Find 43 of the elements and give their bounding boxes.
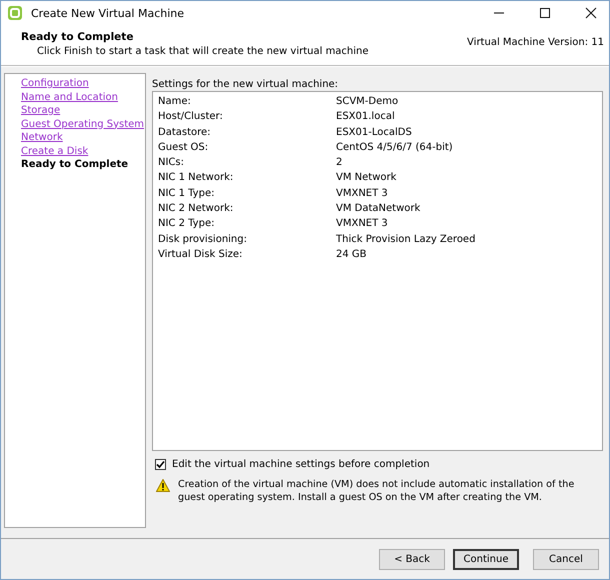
step-link[interactable]: Create a Disk bbox=[21, 144, 145, 158]
dialog-button[interactable]: Continue bbox=[453, 548, 519, 570]
app-logo-icon bbox=[7, 5, 23, 21]
step-link[interactable]: Network bbox=[21, 131, 145, 144]
step-link[interactable]: Configuration bbox=[21, 77, 145, 90]
setting-value: CentOS 4/5/6/7 (64-bit) bbox=[336, 140, 453, 155]
close-icon[interactable] bbox=[585, 7, 597, 19]
window-title: Create New Virtual Machine bbox=[31, 6, 184, 20]
setting-name: NICs: bbox=[158, 156, 185, 170]
setting-value: VM DataNetwork bbox=[336, 202, 420, 216]
setting-value: ESX01.local bbox=[336, 110, 395, 124]
setting-value: VMXNET 3 bbox=[336, 217, 388, 232]
setting-name: Guest OS: bbox=[158, 140, 210, 155]
step-link[interactable]: Guest Operating System bbox=[21, 118, 145, 131]
dialog-button[interactable]: Cancel bbox=[533, 548, 599, 570]
dialog-button[interactable]: < Back bbox=[379, 548, 445, 570]
step-link[interactable]: Storage bbox=[21, 104, 145, 118]
setting-name: Virtual Disk Size: bbox=[158, 248, 244, 262]
setting-name: Datastore: bbox=[158, 126, 212, 140]
warning-text: Creation of the virtual machine (VM) does not include automatic installation of the guest operating system. Install a guest OS on the VM after creating the VM. bbox=[178, 478, 576, 504]
settings-heading: Settings for the new virtual machine: bbox=[152, 79, 340, 91]
maximize-icon[interactable] bbox=[539, 7, 551, 19]
page-title: Ready to Complete bbox=[21, 31, 134, 43]
setting-name: NIC 1 Network: bbox=[158, 171, 234, 186]
setting-name: Disk provisioning: bbox=[158, 232, 248, 247]
edit-checkbox[interactable] bbox=[155, 459, 166, 470]
version-label: Virtual Machine Version: 11 bbox=[467, 37, 604, 50]
warning-icon bbox=[156, 479, 170, 492]
setting-name: NIC 2 Network: bbox=[158, 202, 234, 216]
setting-value: Thick Provision Lazy Zeroed bbox=[336, 232, 476, 247]
setting-value: VMXNET 3 bbox=[336, 186, 388, 201]
setting-name: Host/Cluster: bbox=[158, 110, 224, 124]
setting-value: 24 GB bbox=[336, 248, 367, 262]
setting-value: SCVM-Demo bbox=[336, 95, 398, 109]
checkbox-label[interactable]: Edit the virtual machine settings before completion bbox=[172, 459, 430, 470]
setting-value: VM Network bbox=[336, 171, 396, 186]
setting-name: NIC 2 Type: bbox=[158, 217, 216, 232]
page-subtitle: Click Finish to start a task that will create the new virtual machine bbox=[37, 46, 369, 57]
setting-name: NIC 1 Type: bbox=[158, 186, 216, 201]
setting-value: 2 bbox=[336, 156, 342, 170]
setting-name: Name: bbox=[158, 95, 192, 109]
setting-value: ESX01-LocalDS bbox=[336, 126, 412, 140]
step-link[interactable]: Name and Location bbox=[21, 90, 145, 104]
